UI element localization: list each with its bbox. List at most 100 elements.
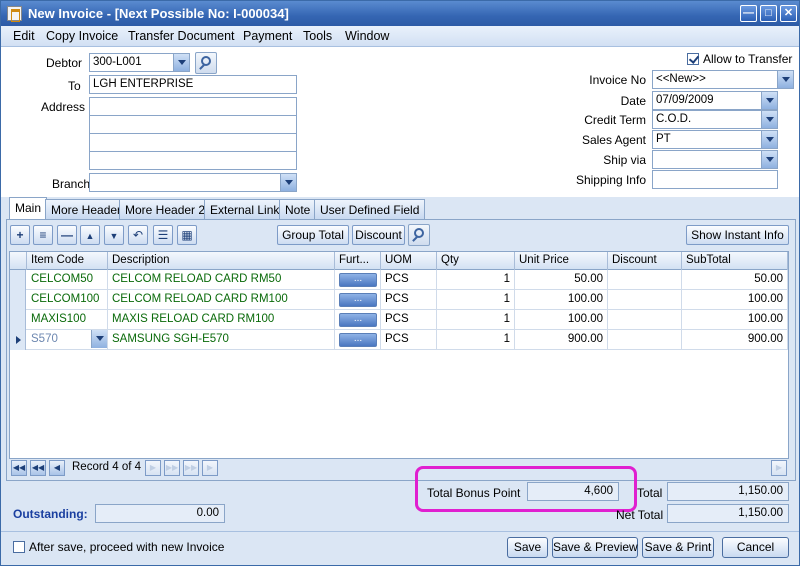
tab-main[interactable]: Main — [9, 197, 48, 219]
col-subtotal[interactable]: SubTotal — [682, 252, 788, 270]
chevron-down-icon[interactable] — [761, 111, 777, 128]
close-button[interactable]: ✕ — [780, 5, 797, 22]
prev-page-button[interactable]: ◀◀ — [30, 460, 46, 476]
last-record-button[interactable]: ▶▶ — [183, 460, 199, 476]
cell-uom[interactable]: PCS — [381, 270, 437, 290]
insert-row-button[interactable]: ≡ — [33, 225, 53, 245]
after-save-new-checkbox[interactable] — [13, 541, 25, 553]
allow-transfer-checkbox[interactable] — [687, 53, 699, 65]
move-down-button[interactable]: ▼ — [104, 225, 124, 245]
debtor-combo[interactable]: 300-L001 — [89, 53, 190, 72]
scroll-right-button[interactable]: ▶ — [202, 460, 218, 476]
cell-uom[interactable]: PCS — [381, 330, 437, 350]
cell-discount[interactable] — [608, 330, 682, 350]
menu-window[interactable]: Window — [345, 29, 389, 43]
cell-unit-price[interactable]: 100.00 — [515, 310, 608, 330]
to-field[interactable]: LGH ENTERPRISE — [89, 75, 297, 94]
col-further-description[interactable]: Furt... — [335, 252, 381, 270]
credit-term-combo[interactable]: C.O.D. — [652, 110, 778, 129]
prev-record-button[interactable]: ◀ — [49, 460, 65, 476]
discount-button[interactable]: Discount — [352, 225, 405, 245]
cell-item-code[interactable]: S570 — [27, 330, 108, 350]
group-total-button[interactable]: Group Total — [277, 225, 349, 245]
tab-user-defined-field[interactable]: User Defined Field — [314, 199, 426, 219]
horizontal-scroll-right-button[interactable]: ▶ — [771, 460, 787, 476]
col-description[interactable]: Description — [108, 252, 335, 270]
cell-item-code[interactable]: CELCOM100 — [27, 290, 108, 310]
col-unit-price[interactable]: Unit Price — [515, 252, 608, 270]
tab-more-header-2[interactable]: More Header 2 — [119, 199, 212, 219]
menu-transfer-document[interactable]: Transfer Document — [128, 29, 235, 43]
show-instant-info-button[interactable]: Show Instant Info — [686, 225, 789, 245]
tab-external-link[interactable]: External Link — [204, 199, 286, 219]
date-picker[interactable]: 07/09/2009 — [652, 91, 778, 110]
next-record-button[interactable]: ▶ — [145, 460, 161, 476]
sales-agent-combo[interactable]: PT — [652, 130, 778, 149]
cell-discount[interactable] — [608, 270, 682, 290]
address-line-3[interactable] — [89, 133, 297, 152]
chevron-down-icon[interactable] — [280, 174, 296, 191]
chevron-down-icon[interactable] — [761, 92, 777, 109]
shipping-info-field[interactable] — [652, 170, 778, 189]
chevron-down-icon[interactable] — [91, 330, 107, 348]
further-description-button[interactable]: ... — [339, 313, 377, 327]
menu-payment[interactable]: Payment — [243, 29, 292, 43]
cell-description[interactable]: CELCOM RELOAD CARD RM50 — [108, 270, 335, 290]
table-row[interactable]: CELCOM100 CELCOM RELOAD CARD RM100 ... P… — [10, 290, 788, 310]
cell-qty[interactable]: 1 — [437, 310, 515, 330]
cell-discount[interactable] — [608, 310, 682, 330]
cell-discount[interactable] — [608, 290, 682, 310]
debtor-search-button[interactable] — [195, 52, 217, 74]
further-description-button[interactable]: ... — [339, 273, 377, 287]
table-row[interactable]: CELCOM50 CELCOM RELOAD CARD RM50 ... PCS… — [10, 270, 788, 290]
cell-description[interactable]: SAMSUNG SGH-E570 — [108, 330, 335, 350]
minimize-button[interactable]: — — [740, 5, 757, 22]
cell-unit-price[interactable]: 100.00 — [515, 290, 608, 310]
cell-uom[interactable]: PCS — [381, 310, 437, 330]
col-discount[interactable]: Discount — [608, 252, 682, 270]
cell-qty[interactable]: 1 — [437, 290, 515, 310]
save-preview-button[interactable]: Save & Preview — [552, 537, 638, 558]
detail-button[interactable]: ▦ — [177, 225, 197, 245]
delete-row-button[interactable]: — — [57, 225, 77, 245]
chevron-down-icon[interactable] — [777, 71, 793, 88]
address-line-2[interactable] — [89, 115, 297, 134]
cell-uom[interactable]: PCS — [381, 290, 437, 310]
save-print-button[interactable]: Save & Print — [642, 537, 714, 558]
cell-description[interactable]: CELCOM RELOAD CARD RM100 — [108, 290, 335, 310]
chevron-down-icon[interactable] — [173, 54, 189, 71]
title-bar[interactable]: New Invoice - [Next Possible No: I-00003… — [1, 1, 799, 26]
cell-qty[interactable]: 1 — [437, 330, 515, 350]
address-line-1[interactable] — [89, 97, 297, 116]
col-item-code[interactable]: Item Code — [27, 252, 108, 270]
item-search-button[interactable] — [408, 224, 430, 246]
tab-note[interactable]: Note — [279, 199, 317, 219]
undo-button[interactable]: ↶ — [128, 225, 148, 245]
cell-item-code[interactable]: MAXIS100 — [27, 310, 108, 330]
invoice-no-combo[interactable]: <<New>> — [652, 70, 794, 89]
further-description-button[interactable]: ... — [339, 293, 377, 307]
cell-item-code[interactable]: CELCOM50 — [27, 270, 108, 290]
first-record-button[interactable]: ◀◀ — [11, 460, 27, 476]
menu-tools[interactable]: Tools — [303, 29, 332, 43]
next-page-button[interactable]: ▶▶ — [164, 460, 180, 476]
col-qty[interactable]: Qty — [437, 252, 515, 270]
menu-edit[interactable]: Edit — [13, 29, 35, 43]
branch-combo[interactable] — [89, 173, 297, 192]
col-uom[interactable]: UOM — [381, 252, 437, 270]
move-up-button[interactable]: ▲ — [80, 225, 100, 245]
cell-qty[interactable]: 1 — [437, 270, 515, 290]
table-row[interactable]: MAXIS100 MAXIS RELOAD CARD RM100 ... PCS… — [10, 310, 788, 330]
cell-description[interactable]: MAXIS RELOAD CARD RM100 — [108, 310, 335, 330]
address-line-4[interactable] — [89, 151, 297, 170]
cancel-button[interactable]: Cancel — [722, 537, 789, 558]
list-button[interactable]: ☰ — [153, 225, 173, 245]
chevron-down-icon[interactable] — [761, 151, 777, 168]
cell-unit-price[interactable]: 900.00 — [515, 330, 608, 350]
further-description-button[interactable]: ... — [339, 333, 377, 347]
table-row[interactable]: S570 SAMSUNG SGH-E570 ... PCS 1 900.00 9… — [10, 330, 788, 350]
save-button[interactable]: Save — [507, 537, 548, 558]
tab-more-header[interactable]: More Header — [45, 199, 128, 219]
cell-unit-price[interactable]: 50.00 — [515, 270, 608, 290]
add-row-button[interactable]: + — [10, 225, 30, 245]
